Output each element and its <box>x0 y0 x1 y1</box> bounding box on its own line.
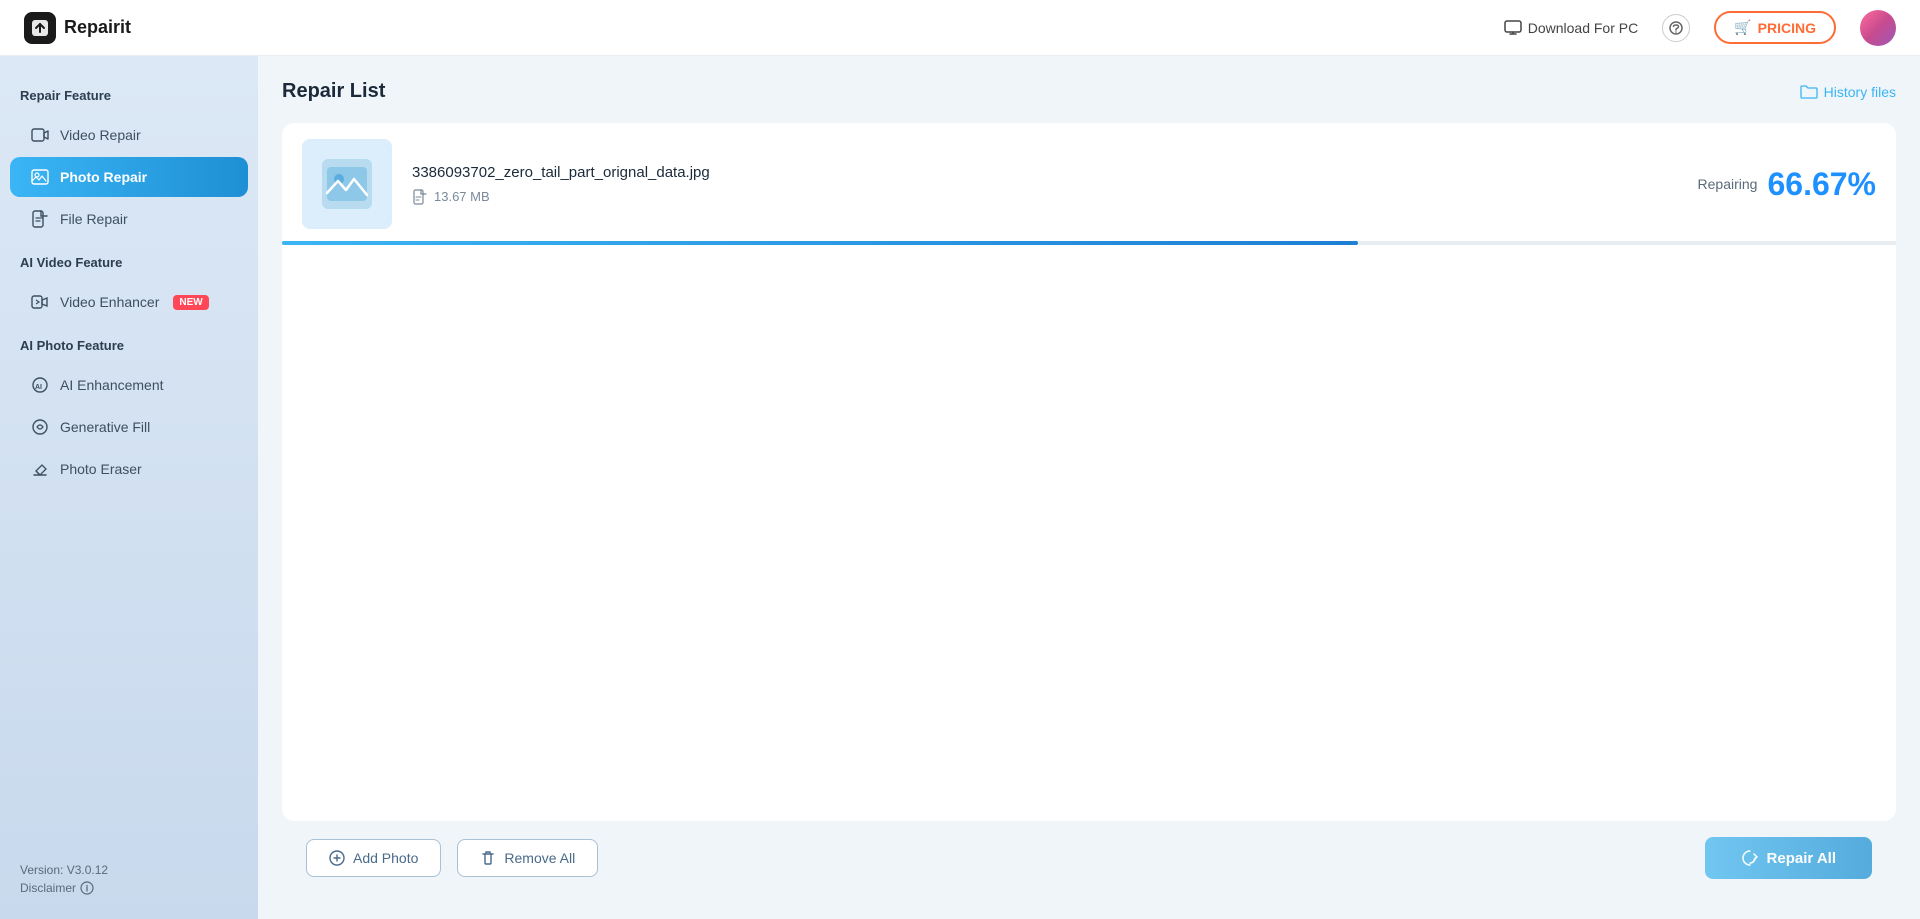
monitor-icon <box>1504 20 1522 36</box>
photo-repair-label: Photo Repair <box>60 169 147 185</box>
photo-icon <box>322 159 372 209</box>
item-status: Repairing 66.67% <box>1698 166 1876 203</box>
header-right: Download For PC 🛒 PRICING <box>1504 10 1896 46</box>
ai-enhancement-label: AI Enhancement <box>60 377 164 393</box>
generative-fill-icon <box>30 417 50 437</box>
repairing-label: Repairing <box>1698 176 1758 192</box>
item-filename: 3386093702_zero_tail_part_orignal_data.j… <box>412 164 1698 181</box>
video-enhancer-label: Video Enhancer <box>60 294 159 310</box>
sidebar-item-photo-repair[interactable]: Photo Repair <box>10 157 248 197</box>
file-repair-icon <box>30 209 50 229</box>
ai-photo-feature-label: AI Photo Feature <box>0 338 258 363</box>
ai-video-feature-label: AI Video Feature <box>0 255 258 280</box>
sidebar-item-photo-eraser[interactable]: Photo Eraser <box>10 449 248 489</box>
photo-eraser-label: Photo Eraser <box>60 461 142 477</box>
repair-list: 3386093702_zero_tail_part_orignal_data.j… <box>282 123 1896 821</box>
disclaimer-link[interactable]: Disclaimer <box>20 881 238 895</box>
header: Repairit Download For PC 🛒 PRICING <box>0 0 1920 56</box>
help-button[interactable] <box>1662 14 1690 42</box>
user-avatar[interactable] <box>1860 10 1896 46</box>
history-files-button[interactable]: History files <box>1800 84 1896 100</box>
logo: Repairit <box>24 12 131 44</box>
headset-icon <box>1668 20 1684 36</box>
disclaimer-label: Disclaimer <box>20 881 76 895</box>
item-thumbnail <box>302 139 392 229</box>
sidebar-item-video-enhancer[interactable]: Video Enhancer NEW <box>10 282 248 322</box>
pricing-cart-icon: 🛒 <box>1734 19 1751 36</box>
ai-enhancement-icon: AI <box>30 375 50 395</box>
history-files-label: History files <box>1824 84 1896 100</box>
item-size: 13.67 MB <box>434 189 490 204</box>
folder-icon <box>1800 84 1818 100</box>
video-repair-label: Video Repair <box>60 127 141 143</box>
progress-bar-fill <box>282 241 1358 245</box>
photo-repair-icon <box>30 167 50 187</box>
progress-bar-container <box>282 241 1896 245</box>
download-pc-button[interactable]: Download For PC <box>1504 20 1639 36</box>
item-info: 3386093702_zero_tail_part_orignal_data.j… <box>412 164 1698 205</box>
logo-text: Repairit <box>64 17 131 38</box>
table-row: 3386093702_zero_tail_part_orignal_data.j… <box>282 123 1896 245</box>
main-layout: Repair Feature Video Repair <box>0 56 1920 919</box>
pricing-button[interactable]: 🛒 PRICING <box>1714 11 1836 44</box>
video-enhancer-icon <box>30 292 50 312</box>
download-pc-label: Download For PC <box>1528 20 1639 36</box>
sidebar-item-video-repair[interactable]: Video Repair <box>10 115 248 155</box>
content-area: Repair List History files <box>258 56 1920 919</box>
repair-feature-label: Repair Feature <box>0 88 258 113</box>
repair-all-button[interactable]: Repair All <box>1705 837 1872 879</box>
item-size-row: 13.67 MB <box>412 189 1698 205</box>
add-icon <box>329 850 345 866</box>
remove-all-label: Remove All <box>504 850 575 866</box>
progress-percent: 66.67% <box>1767 166 1876 203</box>
add-photo-button[interactable]: Add Photo <box>306 839 441 877</box>
new-badge: NEW <box>173 295 208 310</box>
generative-fill-label: Generative Fill <box>60 419 150 435</box>
sidebar-item-generative-fill[interactable]: Generative Fill <box>10 407 248 447</box>
sidebar-item-file-repair[interactable]: File Repair <box>10 199 248 239</box>
video-repair-icon <box>30 125 50 145</box>
svg-text:AI: AI <box>35 384 42 391</box>
trash-icon <box>480 850 496 866</box>
remove-all-button[interactable]: Remove All <box>457 839 598 877</box>
sidebar-bottom: Version: V3.0.12 Disclaimer <box>0 863 258 895</box>
page-title: Repair List <box>282 80 385 103</box>
content-header: Repair List History files <box>282 80 1896 103</box>
file-repair-label: File Repair <box>60 211 128 227</box>
sidebar-top: Repair Feature Video Repair <box>0 80 258 863</box>
bottom-left-actions: Add Photo Remove All <box>306 839 598 877</box>
repair-icon <box>1741 849 1759 867</box>
version-text: Version: V3.0.12 <box>20 863 238 877</box>
bottom-bar: Add Photo Remove All Repair All <box>282 821 1896 895</box>
sidebar: Repair Feature Video Repair <box>0 56 258 919</box>
file-size-icon <box>412 189 428 205</box>
repair-all-label: Repair All <box>1767 850 1836 867</box>
info-icon <box>80 881 94 895</box>
pricing-label: PRICING <box>1758 20 1816 36</box>
logo-icon <box>24 12 56 44</box>
sidebar-item-ai-enhancement[interactable]: AI AI Enhancement <box>10 365 248 405</box>
add-photo-label: Add Photo <box>353 850 418 866</box>
photo-eraser-icon <box>30 459 50 479</box>
